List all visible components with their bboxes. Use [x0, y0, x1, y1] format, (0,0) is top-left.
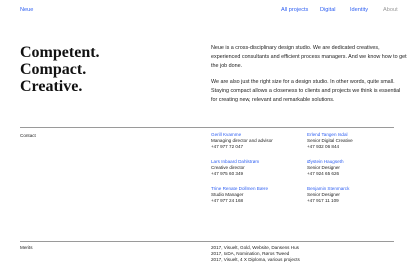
intro-paragraph: Neue is a cross-disciplinary design stud…: [211, 45, 407, 69]
contact-section-label: Contact: [20, 133, 36, 138]
contact-card: Gerill Kvamme Managing director and advi…: [211, 132, 301, 151]
intro-paragraph: We are also just the right size for a de…: [211, 79, 401, 103]
nav-link-identity[interactable]: Identity: [350, 7, 368, 13]
hero-tagline: Competent. Compact. Creative.: [20, 44, 100, 95]
contact-phone[interactable]: +47 977 72 047: [211, 144, 301, 150]
contact-card: Øystein Haugseth Senior Designer +47 924…: [307, 159, 397, 178]
merit-item: 2017, Visuelt, 4 X Diploma, various proj…: [211, 257, 300, 263]
tagline-line: Competent.: [20, 44, 100, 61]
merits-divider: [20, 241, 394, 242]
merits-section-label: Merits: [20, 245, 33, 250]
tagline-line: Compact.: [20, 61, 87, 78]
nav-link-digital[interactable]: Digital: [320, 7, 336, 13]
contact-card: Erlend Tangen Isdal Senior Digital Creat…: [307, 132, 397, 151]
contact-phone[interactable]: +47 932 06 844: [307, 144, 397, 150]
contact-phone[interactable]: +47 924 65 626: [307, 171, 397, 177]
contact-divider: [20, 127, 394, 128]
contact-card: Trine Renate Dollmen Bære Studio Manager…: [211, 186, 301, 205]
contact-phone[interactable]: +47 917 11 109: [307, 198, 397, 204]
nav-link-about[interactable]: About: [383, 7, 398, 13]
tagline-line: Creative.: [20, 78, 83, 95]
top-navigation: Neue All projects Digital Identity About: [0, 0, 420, 20]
merits-list: 2017, Visuelt, Gold, Website, Dansens Hu…: [211, 245, 351, 264]
nav-link-all-projects[interactable]: All projects: [281, 7, 308, 13]
intro-text: Neue is a cross-disciplinary design stud…: [211, 44, 407, 112]
contact-phone[interactable]: +47 977 24 168: [211, 198, 301, 204]
contact-card: Benjamin Stenmarck Senior Designer +47 9…: [307, 186, 397, 205]
brand-logo-link[interactable]: Neue: [20, 7, 33, 13]
contact-card: Lars Inbaard Dahlstrøm Creative director…: [211, 159, 301, 178]
contact-phone[interactable]: +47 975 60 349: [211, 171, 301, 177]
